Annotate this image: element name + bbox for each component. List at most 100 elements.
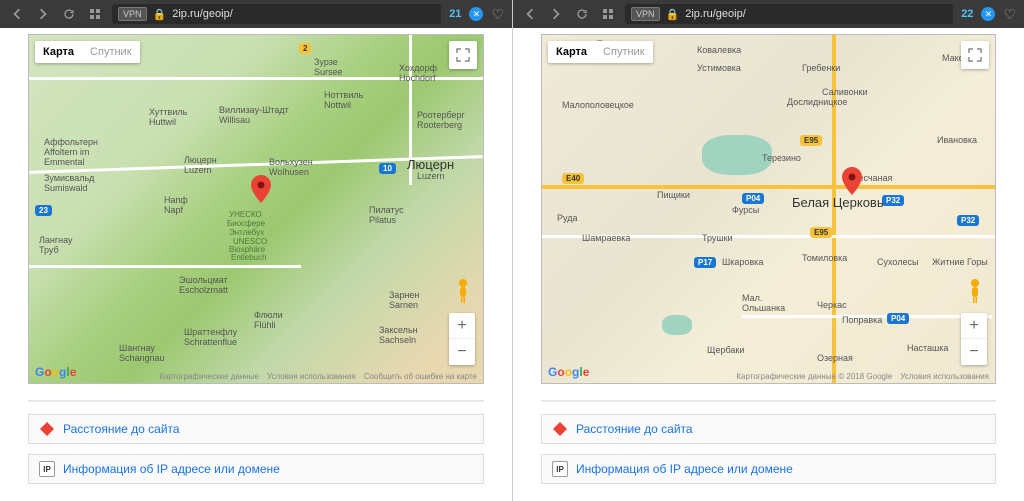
vpn-badge: VPN	[631, 7, 660, 21]
fullscreen-button[interactable]	[961, 41, 989, 69]
place-label: Малополовецкое	[562, 100, 634, 110]
grid-icon[interactable]	[599, 5, 617, 23]
blocker-icon[interactable]: ✕	[469, 7, 483, 21]
map-tab-map[interactable]: Карта	[35, 41, 82, 63]
ip-info-link[interactable]: IP Информация об IP адресе или домене	[541, 454, 996, 484]
place-label: Шангнау Schangnau	[119, 343, 165, 363]
distance-link[interactable]: Расстояние до сайта	[28, 414, 484, 444]
back-button[interactable]	[8, 5, 26, 23]
ip-icon: IP	[39, 461, 55, 477]
google-logo: Google	[548, 365, 589, 379]
link-label: Информация об IP адресе или домене	[576, 462, 793, 476]
place-label: Luzern	[417, 171, 445, 181]
place-label: Эшольцмат Escholzmatt	[179, 275, 228, 295]
road-label: 10	[379, 163, 396, 174]
heart-icon[interactable]: ♡	[491, 6, 504, 23]
page-content-right: E40 E95 E95 P04 P04 P17 P32 P32 Трилесы …	[513, 28, 1024, 501]
map-tab-map[interactable]: Карта	[548, 41, 595, 63]
map-left[interactable]: 2 10 23 Хохдорф Hochdorf Зурзе Sursee Но…	[28, 34, 484, 384]
place-label: Роотерберг Rooterberg	[417, 110, 465, 130]
zoom-in-button[interactable]: +	[449, 313, 475, 339]
map-type-tabs: Карта Спутник	[548, 41, 653, 63]
place-label: Пилатус Pilatus	[369, 205, 404, 225]
left-pane: VPN 🔒 2ip.ru/geoip/ 21 ✕ ♡ 2 10 23 Хохдо…	[0, 0, 512, 501]
zoom-in-button[interactable]: +	[961, 313, 987, 339]
road-label: E95	[810, 227, 832, 238]
road-label: E40	[562, 173, 584, 184]
page-content-left: 2 10 23 Хохдорф Hochdorf Зурзе Sursee Но…	[0, 28, 512, 501]
blocker-icon[interactable]: ✕	[981, 7, 995, 21]
place-label: Зумисвальд Sumiswald	[44, 173, 94, 193]
map-terms-link[interactable]: Условия использования	[900, 372, 989, 381]
map-pin-icon	[251, 175, 271, 203]
place-label: Лангнау Труб	[39, 235, 73, 255]
ip-info-link[interactable]: IP Информация об IP адресе или домене	[28, 454, 484, 484]
pegman-icon[interactable]	[963, 277, 987, 305]
map-tab-satellite[interactable]: Спутник	[595, 41, 652, 63]
road-label: P32	[882, 195, 904, 206]
lock-icon: 🔒	[153, 8, 167, 21]
place-label: Поправка	[842, 315, 882, 325]
map-tab-satellite[interactable]: Спутник	[82, 41, 139, 63]
forward-button[interactable]	[34, 5, 52, 23]
place-label: Трушки	[702, 233, 733, 243]
blocker-count: 22	[961, 8, 973, 20]
browser-bar-left: VPN 🔒 2ip.ru/geoip/ 21 ✕ ♡	[0, 0, 512, 28]
fullscreen-button[interactable]	[449, 41, 477, 69]
place-label: Вольхузен Wolhusen	[269, 157, 313, 177]
place-label: Шкаровка	[722, 257, 763, 267]
place-label: Терезино	[762, 153, 801, 163]
place-label: Заксельн Sachseln	[379, 325, 418, 345]
unesco-label: Энтлебух	[229, 228, 264, 237]
map-attribution: Картографические данные © 2018 Google Ус…	[736, 372, 989, 381]
place-label: Фурсы	[732, 205, 759, 215]
place-label: Хохдорф Hochdorf	[399, 63, 437, 83]
heart-icon[interactable]: ♡	[1003, 6, 1016, 23]
place-label: Саливонки	[822, 87, 868, 97]
place-label: Шамраевка	[582, 233, 630, 243]
diamond-icon	[39, 421, 55, 437]
map-terms-link[interactable]: Условия использования	[267, 372, 356, 381]
map-attribution: Картографические данные Условия использо…	[159, 372, 477, 381]
url-bar[interactable]: VPN 🔒 2ip.ru/geoip/	[625, 4, 953, 24]
map-data-text: Картографические данные © 2018 Google	[736, 372, 892, 381]
zoom-control: + −	[449, 313, 475, 365]
ip-icon: IP	[552, 461, 568, 477]
place-label: Ноттвиль Nottwil	[324, 90, 363, 110]
zoom-out-button[interactable]: −	[961, 339, 987, 365]
place-label: Люцерн Luzern	[184, 155, 217, 175]
map-right[interactable]: E40 E95 E95 P04 P04 P17 P32 P32 Трилесы …	[541, 34, 996, 384]
place-label: Пищики	[657, 190, 690, 200]
browser-bar-right: VPN 🔒 2ip.ru/geoip/ 22 ✕ ♡	[513, 0, 1024, 28]
google-logo: Google	[35, 365, 76, 379]
vpn-badge: VPN	[118, 7, 147, 21]
place-label-big: Люцерн	[407, 157, 454, 172]
grid-icon[interactable]	[86, 5, 104, 23]
url-bar[interactable]: VPN 🔒 2ip.ru/geoip/	[112, 4, 441, 24]
pegman-icon[interactable]	[451, 277, 475, 305]
place-label: Зурзе Sursee	[314, 57, 343, 77]
back-button[interactable]	[521, 5, 539, 23]
reload-button[interactable]	[60, 5, 78, 23]
map-type-tabs: Карта Спутник	[35, 41, 140, 63]
place-label: Шраттенфлу Schrattenflue	[184, 327, 237, 347]
place-label: Дослидницкое	[787, 97, 847, 107]
diamond-icon	[552, 421, 568, 437]
distance-link[interactable]: Расстояние до сайта	[541, 414, 996, 444]
place-label: Ивановка	[937, 135, 977, 145]
map-background: E40 E95 E95 P04 P04 P17 P32 P32 Трилесы …	[542, 35, 995, 383]
place-label: Озерная	[817, 353, 853, 363]
reload-button[interactable]	[573, 5, 591, 23]
url-text: 2ip.ru/geoip/	[172, 8, 435, 20]
zoom-out-button[interactable]: −	[449, 339, 475, 365]
road-label: P17	[694, 257, 716, 268]
place-label: Виллизау-Штадт Willisau	[219, 105, 289, 125]
place-label: Хуттвиль Huttwil	[149, 107, 187, 127]
link-label: Расстояние до сайта	[576, 422, 693, 436]
map-background: 2 10 23 Хохдорф Hochdorf Зурзе Sursee Но…	[29, 35, 483, 383]
map-data-text: Картографические данные	[159, 372, 259, 381]
map-report-link[interactable]: Сообщить об ошибке на карте	[364, 372, 477, 381]
forward-button[interactable]	[547, 5, 565, 23]
road-label: E95	[800, 135, 822, 146]
road-label: 23	[35, 205, 52, 216]
